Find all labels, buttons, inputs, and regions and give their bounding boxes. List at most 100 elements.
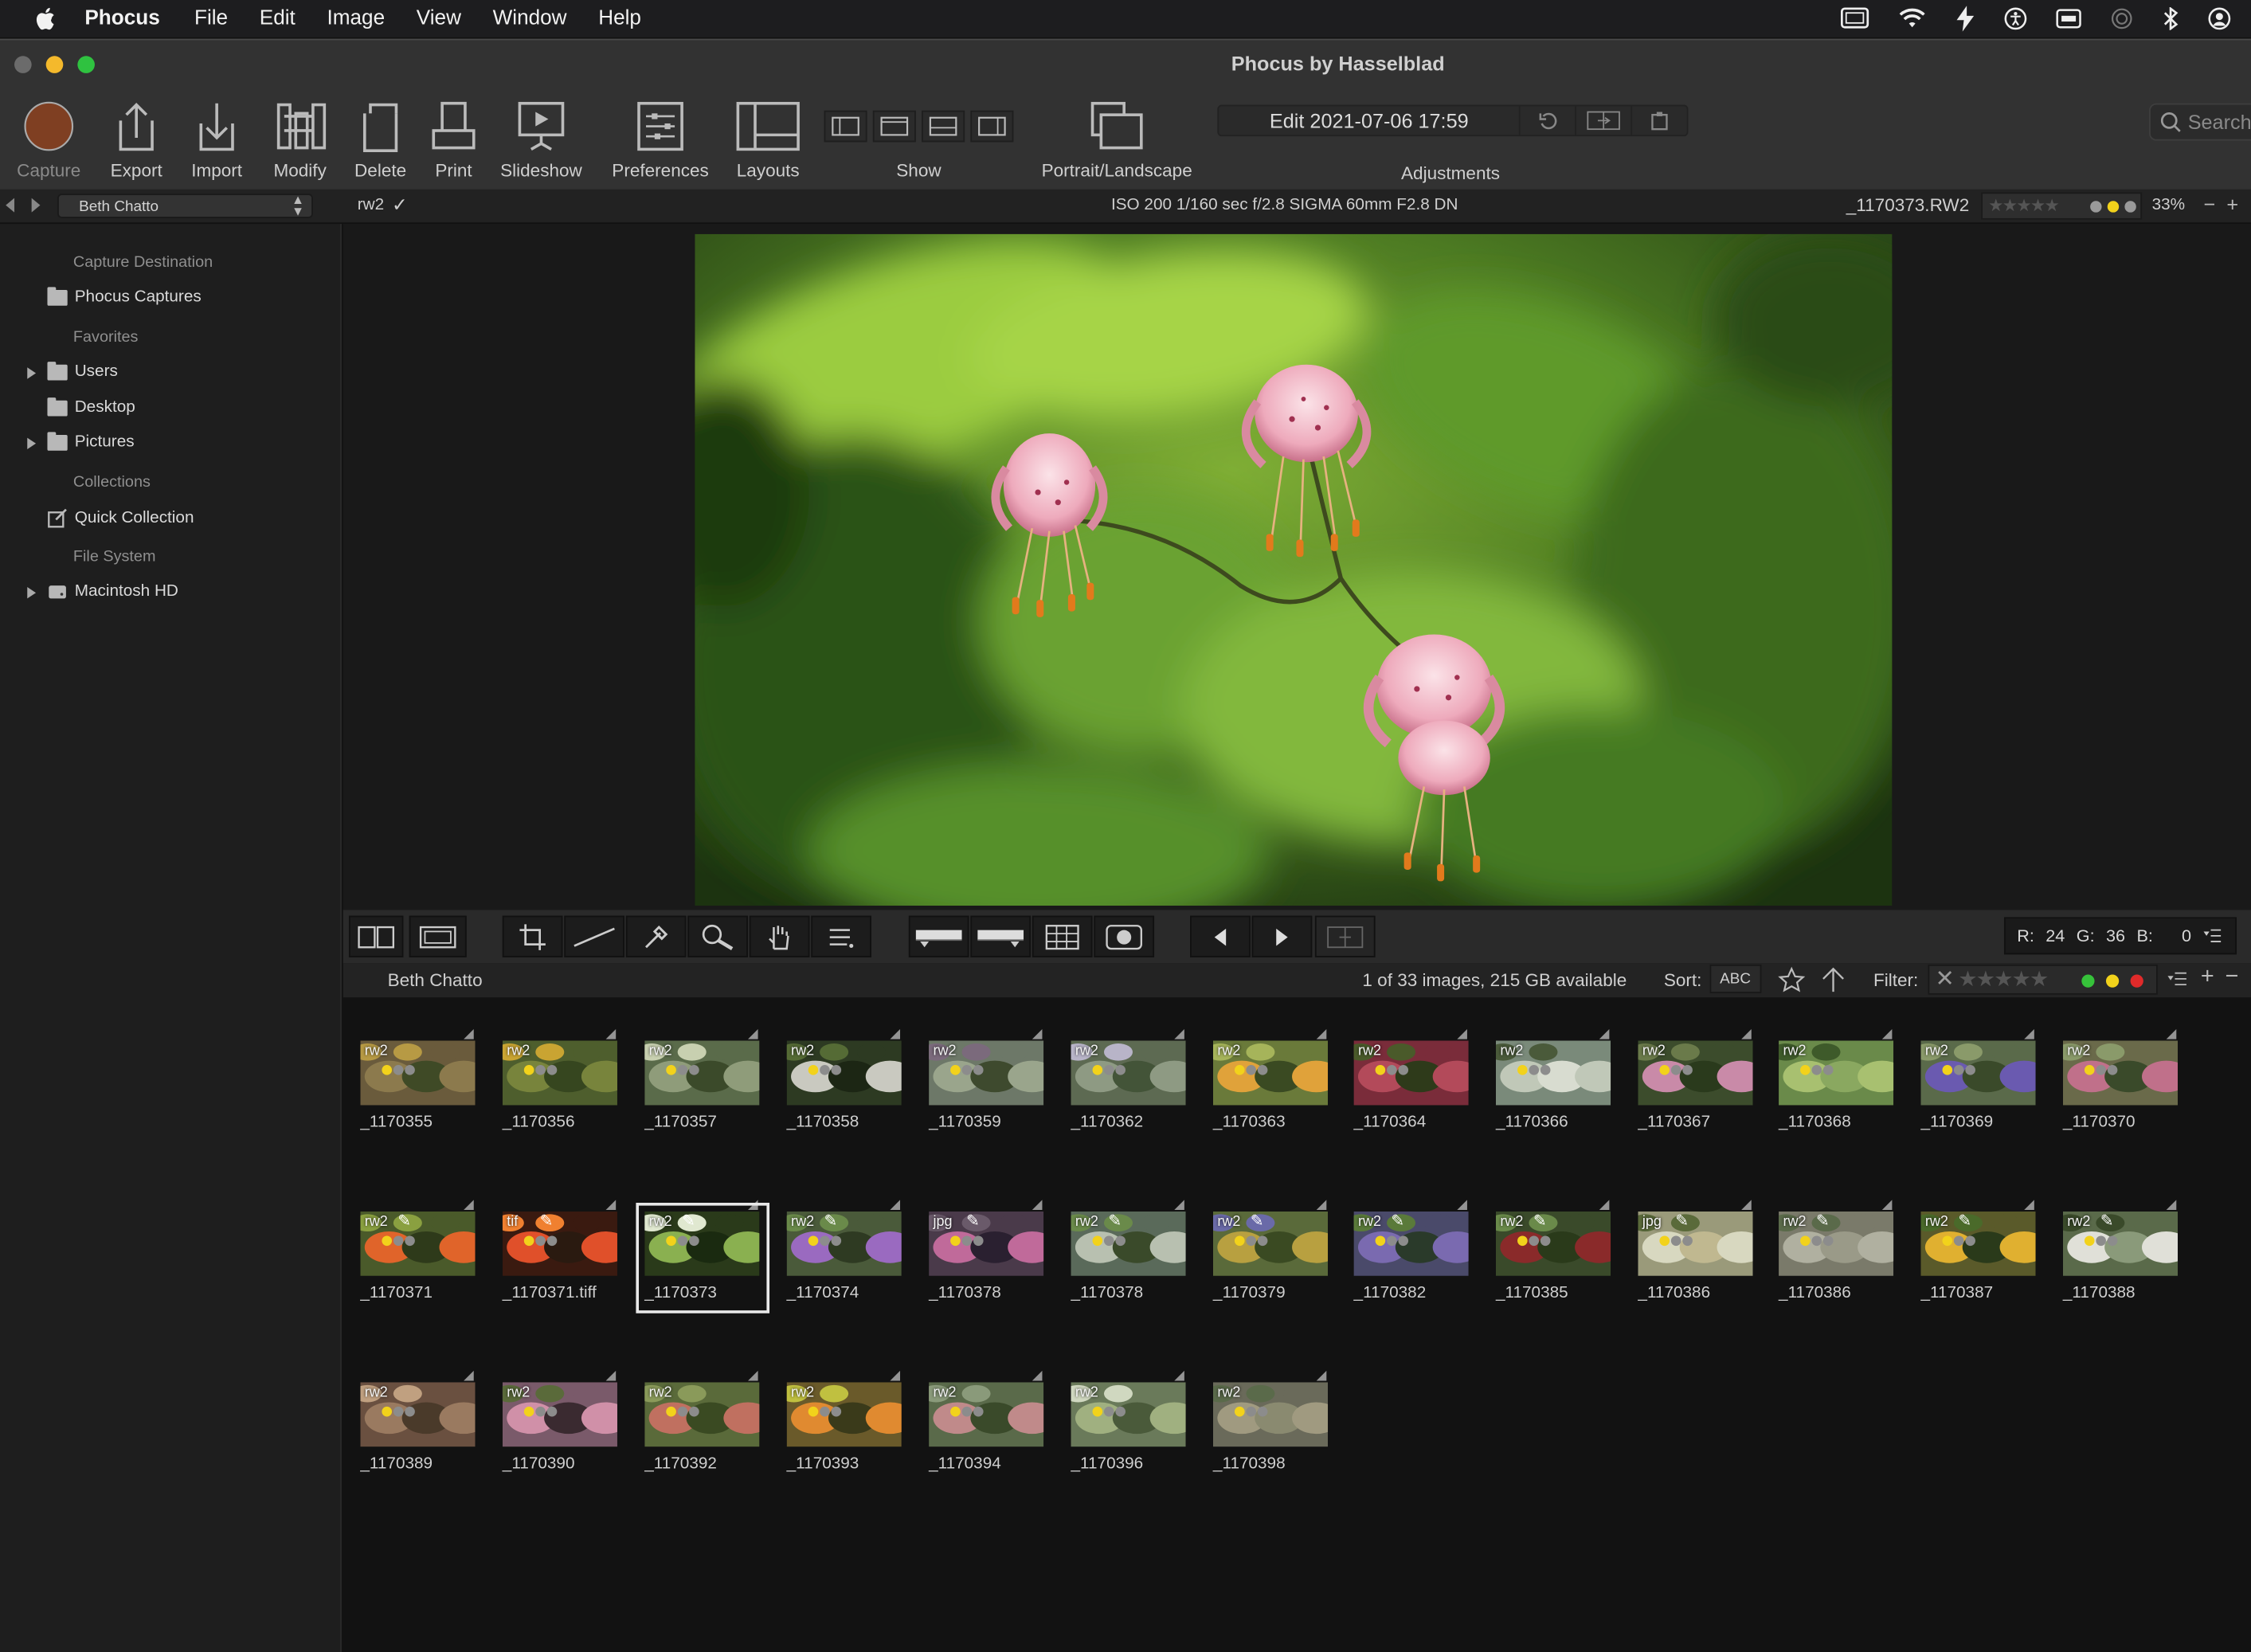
shadow-warning-button[interactable] — [908, 915, 969, 957]
highlight-warning-button[interactable] — [970, 915, 1032, 957]
portrait-landscape-button[interactable]: Portrait/Landscape — [1034, 92, 1200, 181]
clipboard-button[interactable] — [1631, 106, 1687, 135]
folder-select[interactable]: Beth Chatto ▲ ▼ — [57, 193, 313, 218]
layouts-button[interactable]: Layouts — [732, 92, 804, 181]
show-left-panel-button[interactable] — [824, 110, 867, 143]
print-button[interactable]: Print — [425, 92, 482, 181]
menu-help[interactable]: Help — [598, 7, 641, 30]
hand-tool-button[interactable] — [749, 915, 810, 957]
compare-split-button[interactable] — [1314, 915, 1376, 957]
rating-filter-stars-icon[interactable]: ★★★★★ — [1958, 966, 2049, 992]
sidebar-item-phocus-captures[interactable]: Phocus Captures — [47, 286, 202, 306]
label-dot-icon[interactable] — [2090, 201, 2102, 213]
sidebar-item-desktop[interactable]: Desktop — [47, 397, 135, 417]
next-image-button[interactable] — [1251, 915, 1313, 957]
label-dot-icon — [405, 1235, 415, 1247]
file-type-badge: rw2 — [933, 1043, 957, 1059]
mask-overlay-button[interactable] — [1094, 915, 1155, 957]
airdrop-icon[interactable] — [2110, 7, 2133, 30]
display-icon[interactable] — [1840, 7, 1869, 30]
previous-image-button[interactable] — [1190, 915, 1251, 957]
sort-star-icon[interactable] — [1777, 966, 1806, 995]
main-photo[interactable] — [695, 233, 1893, 906]
modify-button[interactable]: Modify — [267, 92, 333, 181]
preferences-button[interactable]: Preferences — [607, 92, 713, 181]
sort-direction-icon[interactable] — [1819, 966, 1848, 995]
forward-arrow-icon[interactable] — [31, 198, 41, 213]
rating-and-label[interactable]: ★★★★★ — [1981, 192, 2143, 220]
label-dot-icon[interactable] — [2124, 201, 2136, 213]
yellow-label-icon — [1517, 1235, 1528, 1247]
import-button[interactable]: Import — [185, 92, 248, 181]
yellow-label-icon — [1800, 1235, 1811, 1247]
red-label-filter-icon[interactable] — [2130, 974, 2143, 988]
menu-view[interactable]: View — [417, 7, 461, 30]
grid-overlay-button[interactable] — [1032, 915, 1093, 957]
label-dot-icon — [2107, 1065, 2118, 1075]
disclosure-triangle-icon[interactable] — [27, 437, 37, 450]
menu-edit[interactable]: Edit — [260, 7, 296, 30]
show-right-panel-button[interactable] — [970, 110, 1014, 143]
undo-button[interactable] — [1519, 106, 1575, 135]
thumbnail-filename: _1170396 — [1071, 1455, 1144, 1473]
yellow-label-filter-icon[interactable] — [2105, 974, 2120, 988]
bluetooth-icon[interactable] — [2162, 7, 2179, 30]
menu-app-phocus[interactable]: Phocus — [84, 7, 159, 30]
star-rating-icon[interactable]: ★★★★★ — [1988, 195, 2060, 215]
crop-tool-button[interactable] — [502, 915, 563, 957]
hard-drive-icon — [49, 585, 66, 599]
apple-menu-icon[interactable] — [32, 6, 57, 31]
disclosure-triangle-icon[interactable] — [27, 367, 37, 379]
compare-button[interactable] — [1575, 106, 1631, 135]
resize-corner-icon — [1741, 1200, 1752, 1211]
straighten-tool-button[interactable] — [564, 915, 624, 957]
show-browser-button[interactable] — [922, 110, 965, 143]
two-up-icon — [358, 925, 394, 948]
clear-rating-filter-icon[interactable]: ✕ — [1935, 965, 1954, 993]
show-viewer-button[interactable] — [872, 110, 916, 143]
eyedropper-tool-button[interactable] — [625, 915, 687, 957]
single-view-button[interactable] — [409, 915, 467, 957]
green-label-filter-icon[interactable] — [2081, 974, 2095, 988]
yellow-label-icon — [2084, 1065, 2095, 1075]
resize-corner-icon — [1316, 1028, 1327, 1039]
wifi-icon[interactable] — [1898, 7, 1927, 30]
zoom-in-button[interactable]: + — [2226, 192, 2238, 215]
export-button[interactable]: Export — [105, 92, 168, 181]
thumbnail-size-increase-icon[interactable]: + — [2201, 965, 2214, 990]
power-bolt-icon[interactable] — [1955, 6, 1975, 32]
menu-image[interactable]: Image — [327, 7, 385, 30]
disclosure-triangle-icon[interactable] — [27, 586, 37, 599]
thumbnail-filename: _1170387 — [1920, 1284, 1994, 1302]
label-dot-icon — [820, 1406, 830, 1417]
sidebar-item-macintosh-hd[interactable]: Macintosh HD — [47, 583, 178, 600]
yellow-label-icon — [1234, 1065, 1245, 1075]
menu-window[interactable]: Window — [493, 7, 567, 30]
yellow-label-icon[interactable] — [2107, 201, 2120, 213]
label-dot-icon — [677, 1065, 688, 1075]
accessibility-icon[interactable] — [2004, 7, 2027, 30]
sidebar-item-pictures[interactable]: Pictures — [47, 431, 135, 451]
thumbnail-size-decrease-icon[interactable]: − — [2226, 965, 2239, 990]
menu-tool-button[interactable] — [811, 915, 871, 957]
back-arrow-icon[interactable] — [6, 198, 15, 213]
keyboard-input-icon[interactable] — [2056, 7, 2081, 30]
sidebar-item-label: Quick Collection — [74, 509, 194, 527]
user-account-icon[interactable] — [2208, 7, 2231, 30]
file-type-badge: rw2 — [364, 1043, 388, 1059]
yellow-label-icon — [1659, 1235, 1670, 1247]
filter-menu-icon[interactable] — [2167, 970, 2190, 988]
sidebar-item-users[interactable]: Users — [47, 361, 118, 381]
sidebar-item-quick-collection[interactable]: Quick Collection — [47, 508, 194, 528]
slideshow-button[interactable]: Slideshow — [495, 92, 587, 181]
readout-menu-icon[interactable] — [2202, 927, 2222, 945]
sort-select[interactable]: ABC — [1709, 964, 1762, 993]
delete-button[interactable]: Delete — [350, 92, 411, 181]
compare-view-button[interactable] — [348, 915, 404, 957]
zoom-out-button[interactable]: − — [2204, 192, 2216, 215]
search-field[interactable]: Search — [2149, 103, 2251, 141]
menu-file[interactable]: File — [194, 7, 228, 30]
loupe-tool-button[interactable] — [687, 915, 748, 957]
capture-icon — [24, 101, 74, 151]
capture-button[interactable]: Capture — [16, 92, 82, 181]
